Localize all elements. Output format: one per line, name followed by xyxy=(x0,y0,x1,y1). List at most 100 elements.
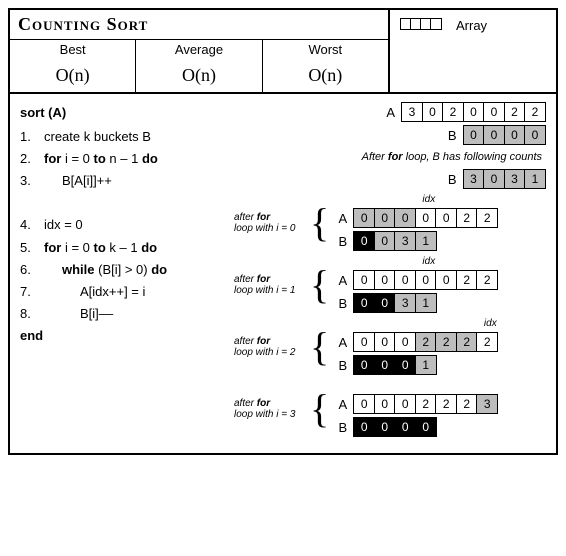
array-cell: 0 xyxy=(374,394,396,414)
array-label-b: B xyxy=(333,358,347,373)
array-cell: 0 xyxy=(394,332,416,352)
pseudo-line: 8.B[i]–– xyxy=(20,303,230,325)
array-cell: 2 xyxy=(456,332,478,352)
array-cell: 0 xyxy=(353,231,375,251)
array-cell: 0 xyxy=(353,394,375,414)
array-cell: 2 xyxy=(456,208,478,228)
array-cell: 2 xyxy=(456,394,478,414)
array-cell: 3 xyxy=(463,169,485,189)
array-a: 0000022 xyxy=(353,270,498,290)
array-cell: 2 xyxy=(476,208,498,228)
array-cell: 3 xyxy=(401,102,423,122)
complexity-headers: Best Average Worst xyxy=(10,40,388,59)
array-cell: 3 xyxy=(476,394,498,414)
pseudo-line: 7.A[idx++] = i xyxy=(20,281,230,303)
array-label-a: A xyxy=(381,105,395,120)
end-keyword: end xyxy=(20,325,230,347)
array-a: 0000022 xyxy=(353,208,498,228)
array-cell: 0 xyxy=(435,270,457,290)
iteration-caption: after forloop with i = 3 xyxy=(234,398,306,420)
pseudo-line: 1.create k buckets B xyxy=(20,126,230,148)
complexity-best-value: O(n) xyxy=(10,59,136,92)
title-block: Counting Sort Best Average Worst O(n) O(… xyxy=(10,10,390,92)
array-cell: 0 xyxy=(353,208,375,228)
array-label-b: B xyxy=(333,234,347,249)
array-cell: 0 xyxy=(463,102,485,122)
array-cell: 0 xyxy=(353,270,375,290)
array-cell: 0 xyxy=(504,125,526,145)
array-cell: 0 xyxy=(415,208,437,228)
array-cell: 0 xyxy=(415,270,437,290)
array-b-initial: 0000 xyxy=(463,125,547,145)
diagram-root: Counting Sort Best Average Worst O(n) O(… xyxy=(8,8,558,455)
initial-state: A 3020022 B 0000 xyxy=(234,102,546,145)
array-cell: 0 xyxy=(483,125,505,145)
array-cell: 0 xyxy=(353,417,375,437)
array-cell: 1 xyxy=(524,169,546,189)
array-label-a: A xyxy=(333,335,347,350)
array-cell: 0 xyxy=(394,270,416,290)
complexity-avg-label: Average xyxy=(136,40,262,59)
header: Counting Sort Best Average Worst O(n) O(… xyxy=(10,10,556,94)
iteration-state: after forloop with i = 2{idxA0002222B000… xyxy=(234,319,546,375)
array-cell: 2 xyxy=(476,270,498,290)
array-cell: 0 xyxy=(483,102,505,122)
array-b: 0031 xyxy=(353,293,437,313)
array-cell: 0 xyxy=(353,293,375,313)
array-cell: 0 xyxy=(374,355,396,375)
array-b: 0000 xyxy=(353,417,437,437)
array-a: 0002223 xyxy=(353,394,498,414)
complexity-best-label: Best xyxy=(10,40,136,59)
array-cell: 0 xyxy=(483,169,505,189)
complexity-worst-label: Worst xyxy=(263,40,388,59)
iteration-caption: after forloop with i = 1 xyxy=(234,274,306,296)
array-cell: 2 xyxy=(476,332,498,352)
array-label-b: B xyxy=(443,172,457,187)
array-cell: 0 xyxy=(394,208,416,228)
pseudo-line: 6.while (B[i] > 0) do xyxy=(20,259,230,281)
legend-label: Array xyxy=(456,18,487,33)
array-swatch-icon xyxy=(400,18,442,30)
array-label-a: A xyxy=(333,397,347,412)
array-cell: 3 xyxy=(394,293,416,313)
array-cell: 0 xyxy=(353,355,375,375)
complexity-avg-value: O(n) xyxy=(136,59,262,92)
iteration-caption: after forloop with i = 2 xyxy=(234,336,306,358)
array-cell: 0 xyxy=(374,293,396,313)
brace-icon: { xyxy=(310,205,329,241)
array-cell: 2 xyxy=(415,332,437,352)
array-cell: 1 xyxy=(415,355,437,375)
array-cell: 2 xyxy=(524,102,546,122)
array-cell: 1 xyxy=(415,231,437,251)
array-cell: 2 xyxy=(435,332,457,352)
complexity-values: O(n) O(n) O(n) xyxy=(10,59,388,92)
array-b-after-for: 3031 xyxy=(463,169,547,189)
array-label-b: B xyxy=(333,420,347,435)
iteration-state: after forloop with i = 1{idxA0000022B003… xyxy=(234,257,546,313)
array-cell: 0 xyxy=(374,208,396,228)
brace-icon: { xyxy=(310,329,329,365)
array-label-b: B xyxy=(333,296,347,311)
array-cell: 2 xyxy=(442,102,464,122)
signature: sort (A) xyxy=(20,102,230,124)
legend: Array xyxy=(390,10,556,92)
array-b: 0001 xyxy=(353,355,437,375)
after-first-for: B 3031 xyxy=(234,169,546,189)
idx-marker: idx xyxy=(333,319,497,329)
array-cell: 0 xyxy=(374,270,396,290)
array-cell: 0 xyxy=(394,417,416,437)
array-cell: 0 xyxy=(422,102,444,122)
states-column: A 3020022 B 0000 After for loop, B has f… xyxy=(234,102,546,443)
array-cell: 2 xyxy=(415,394,437,414)
pseudo-line xyxy=(20,192,230,214)
iteration-state: after forloop with i = 3{A0002223B0000 xyxy=(234,381,546,437)
iteration-caption: after forloop with i = 0 xyxy=(234,212,306,234)
brace-icon: { xyxy=(310,391,329,427)
pseudocode: sort (A) 1.create k buckets B2.for i = 0… xyxy=(20,102,230,443)
array-cell: 0 xyxy=(435,208,457,228)
array-cell: 0 xyxy=(394,394,416,414)
body: sort (A) 1.create k buckets B2.for i = 0… xyxy=(10,94,556,453)
array-cell: 2 xyxy=(435,394,457,414)
array-a-initial: 3020022 xyxy=(401,102,546,122)
array-cell: 0 xyxy=(463,125,485,145)
